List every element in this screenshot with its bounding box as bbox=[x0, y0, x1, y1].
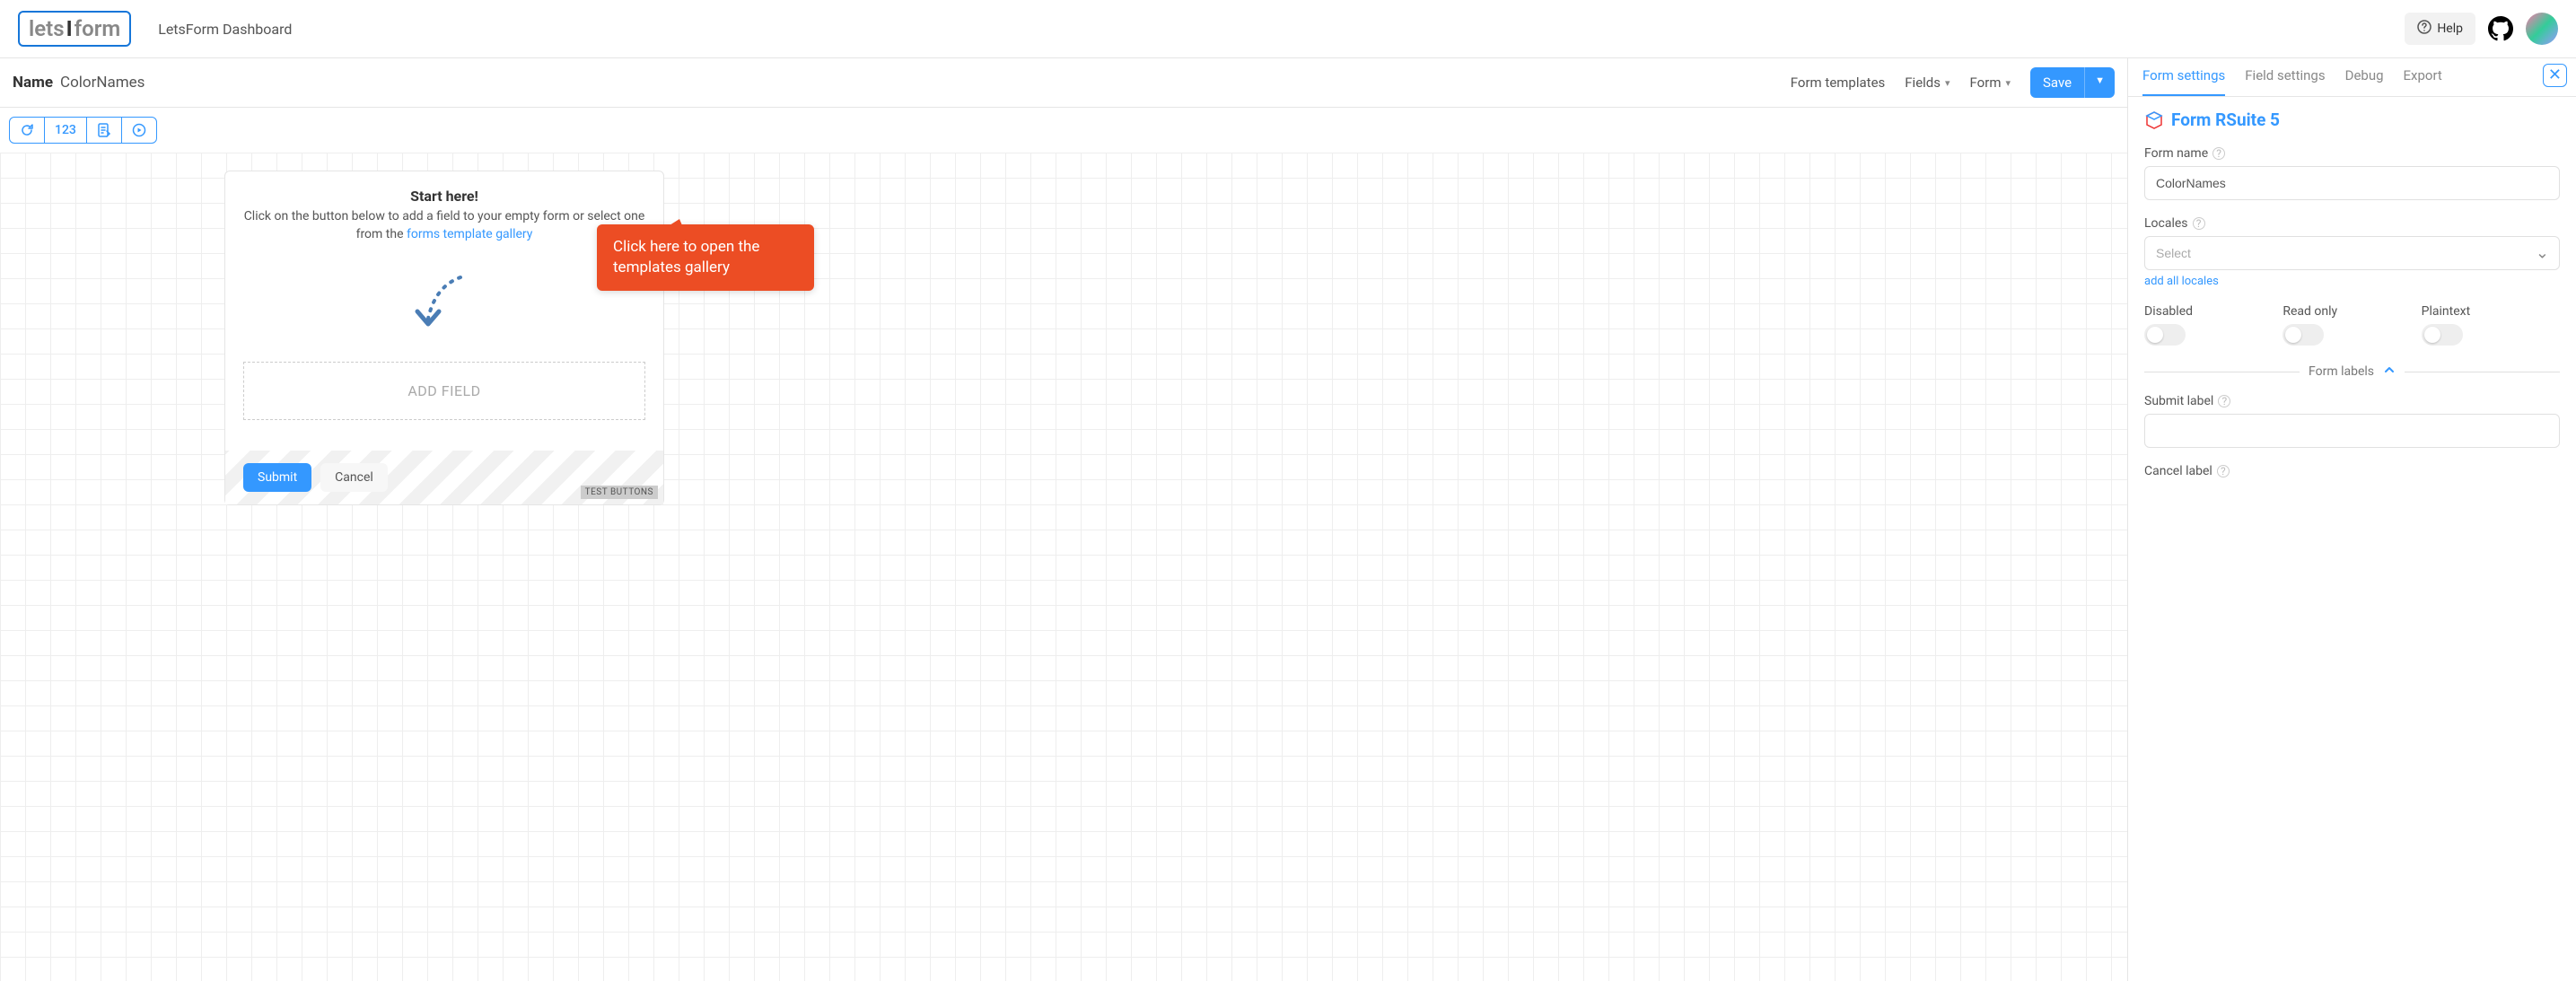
chevron-down-icon: ▾ bbox=[2005, 77, 2011, 89]
plaintext-toggle-col: Plaintext bbox=[2422, 304, 2560, 346]
sidebar-tabs: Form settings Field settings Debug Expor… bbox=[2128, 58, 2576, 97]
cancel-label-field: Cancel label ? bbox=[2144, 464, 2560, 478]
section-label: Form labels bbox=[2309, 364, 2374, 379]
header-left: lets I form LetsForm Dashboard bbox=[18, 11, 292, 47]
template-gallery-link[interactable]: forms template gallery bbox=[407, 227, 532, 241]
cancel-label-label: Cancel label ? bbox=[2144, 464, 2560, 478]
help-icon[interactable]: ? bbox=[2217, 465, 2230, 477]
app-header: lets I form LetsForm Dashboard Help bbox=[0, 0, 2576, 58]
start-text: Click on the button below to add a field… bbox=[243, 208, 645, 243]
locales-input[interactable] bbox=[2144, 236, 2560, 270]
menu-form-label: Form bbox=[1970, 74, 2002, 91]
logo-cursor-icon: I bbox=[65, 16, 74, 41]
help-icon[interactable]: ? bbox=[2193, 217, 2205, 230]
form-toolbar: Name ColorNames Form templates Fields ▾ … bbox=[0, 58, 2127, 108]
form-name-input[interactable] bbox=[2144, 166, 2560, 200]
help-icon[interactable]: ? bbox=[2218, 395, 2230, 407]
header-right: Help bbox=[2405, 13, 2558, 45]
cancel-button[interactable]: Cancel bbox=[320, 463, 388, 492]
play-icon[interactable] bbox=[122, 118, 156, 143]
panel-title-text: Form RSuite 5 bbox=[2171, 109, 2280, 130]
menu-fields-label: Fields bbox=[1905, 74, 1941, 91]
collapse-up-icon bbox=[2383, 363, 2396, 380]
toolbar-left: Name ColorNames bbox=[13, 74, 145, 92]
menu-form-templates[interactable]: Form templates bbox=[1791, 74, 1886, 91]
settings-sidebar: Form settings Field settings Debug Expor… bbox=[2127, 58, 2576, 981]
refresh-icon[interactable] bbox=[10, 118, 45, 143]
plaintext-label: Plaintext bbox=[2422, 304, 2560, 319]
panel-title: Form RSuite 5 bbox=[2144, 109, 2560, 130]
page-title: LetsForm Dashboard bbox=[158, 21, 292, 38]
save-dropdown[interactable]: ▼ bbox=[2084, 67, 2115, 98]
tooltip-text: Click here to open the templates gallery bbox=[613, 238, 759, 276]
help-label: Help bbox=[2437, 22, 2463, 36]
disabled-label: Disabled bbox=[2144, 304, 2282, 319]
icon-button-group: 123 bbox=[9, 117, 157, 144]
add-all-locales-link[interactable]: add all locales bbox=[2144, 275, 2219, 288]
save-button-group: Save ▼ bbox=[2030, 67, 2115, 98]
readonly-toggle-col: Read only bbox=[2282, 304, 2421, 346]
close-panel-button[interactable]: ✕ bbox=[2543, 64, 2567, 87]
disabled-toggle-col: Disabled bbox=[2144, 304, 2282, 346]
start-title: Start here! bbox=[243, 188, 645, 205]
submit-label-field: Submit label ? bbox=[2144, 394, 2560, 448]
logo-text-left: lets bbox=[29, 16, 65, 41]
submit-label-label: Submit label ? bbox=[2144, 394, 2560, 408]
edit-form-icon[interactable] bbox=[87, 118, 122, 143]
toggles-row: Disabled Read only Plaintext bbox=[2144, 304, 2560, 346]
chevron-down-icon: ⌄ bbox=[2536, 244, 2549, 263]
main-layout: Name ColorNames Form templates Fields ▾ … bbox=[0, 58, 2576, 981]
help-icon bbox=[2417, 20, 2431, 38]
avatar[interactable] bbox=[2526, 13, 2558, 45]
tab-field-settings[interactable]: Field settings bbox=[2245, 67, 2325, 96]
canvas-icon-bar: 123 bbox=[0, 108, 2127, 153]
tab-debug[interactable]: Debug bbox=[2345, 67, 2384, 96]
canvas: Start here! Click on the button below to… bbox=[0, 153, 2127, 981]
menu-form[interactable]: Form ▾ bbox=[1970, 74, 2011, 91]
menu-fields[interactable]: Fields ▾ bbox=[1905, 74, 1950, 91]
form-name-field: Form name ? bbox=[2144, 146, 2560, 200]
help-icon[interactable]: ? bbox=[2212, 147, 2225, 160]
readonly-toggle[interactable] bbox=[2282, 324, 2324, 346]
tab-export[interactable]: Export bbox=[2404, 67, 2442, 96]
form-actions: Submit Cancel TEST BUTTONS bbox=[225, 451, 663, 504]
submit-label-text: Submit label bbox=[2144, 394, 2213, 408]
form-name-label-text: Form name bbox=[2144, 146, 2208, 161]
numbers-icon[interactable]: 123 bbox=[45, 118, 87, 143]
cancel-label-text: Cancel label bbox=[2144, 464, 2212, 478]
locales-label-text: Locales bbox=[2144, 216, 2188, 231]
submit-button[interactable]: Submit bbox=[243, 463, 311, 492]
logo-text-right: form bbox=[74, 16, 121, 41]
onboarding-tooltip: Click here to open the templates gallery bbox=[597, 224, 814, 291]
locales-label: Locales ? bbox=[2144, 216, 2560, 231]
locales-field: Locales ? ⌄ add all locales bbox=[2144, 216, 2560, 288]
tab-form-settings[interactable]: Form settings bbox=[2142, 67, 2225, 96]
save-button[interactable]: Save bbox=[2030, 67, 2084, 98]
form-settings-panel: Form RSuite 5 Form name ? Locales ? ⌄ bbox=[2128, 97, 2576, 507]
help-button[interactable]: Help bbox=[2405, 13, 2475, 45]
form-name-value: ColorNames bbox=[60, 74, 145, 92]
form-framework-icon bbox=[2144, 110, 2164, 130]
github-icon[interactable] bbox=[2488, 16, 2513, 41]
readonly-label: Read only bbox=[2282, 304, 2421, 319]
test-badge: TEST BUTTONS bbox=[581, 486, 658, 499]
add-field-button[interactable]: ADD FIELD bbox=[243, 362, 645, 420]
form-name-label: Form name ? bbox=[2144, 146, 2560, 161]
locales-select[interactable]: ⌄ bbox=[2144, 236, 2560, 270]
chevron-down-icon: ▾ bbox=[1945, 77, 1950, 89]
form-name-label: Name bbox=[13, 74, 53, 92]
editor-area: Name ColorNames Form templates Fields ▾ … bbox=[0, 58, 2127, 981]
toolbar-right: Form templates Fields ▾ Form ▾ Save ▼ bbox=[1791, 67, 2115, 98]
plaintext-toggle[interactable] bbox=[2422, 324, 2463, 346]
disabled-toggle[interactable] bbox=[2144, 324, 2186, 346]
form-card: Start here! Click on the button below to… bbox=[224, 171, 664, 505]
form-labels-section[interactable]: Form labels bbox=[2144, 363, 2560, 380]
logo[interactable]: lets I form bbox=[18, 11, 131, 47]
arrow-icon bbox=[408, 268, 480, 340]
submit-label-input[interactable] bbox=[2144, 414, 2560, 448]
menu-templates-label: Form templates bbox=[1791, 74, 1886, 91]
